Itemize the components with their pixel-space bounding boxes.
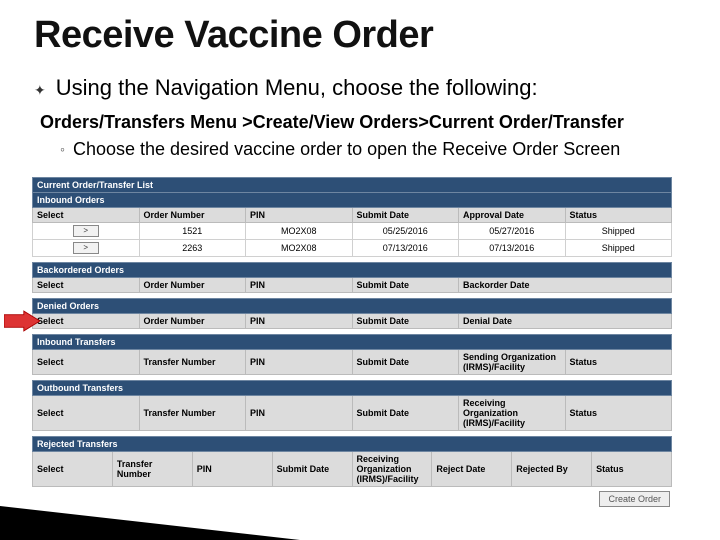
col-select: Select (33, 207, 140, 222)
col-submit-date: Submit Date (352, 277, 459, 292)
table-row: > 2263 MO2X08 07/13/2016 07/13/2016 Ship… (33, 239, 672, 256)
col-status: Status (592, 452, 672, 487)
table-row: > 1521 MO2X08 05/25/2016 05/27/2016 Ship… (33, 222, 672, 239)
col-order-number: Order Number (139, 313, 246, 328)
create-order-button[interactable]: Create Order (599, 491, 670, 507)
sub-bullet-glyph: ◦ (60, 138, 65, 161)
bullet-level-2: ◦ Choose the desired vaccine order to op… (60, 138, 676, 161)
cell-order-number: 1521 (139, 222, 246, 239)
select-button[interactable]: > (73, 242, 99, 254)
order-list-screenshot: Current Order/Transfer List Inbound Orde… (32, 177, 672, 508)
col-select: Select (33, 349, 140, 374)
decorative-wedge (0, 506, 300, 540)
col-status: Status (565, 395, 672, 430)
section-header-denied: Denied Orders (33, 298, 672, 313)
col-pin: PIN (246, 349, 353, 374)
cell-submit-date: 07/13/2016 (352, 239, 459, 256)
col-receiving-org: Receiving Organization (IRMS)/Facility (352, 452, 432, 487)
cell-pin: MO2X08 (246, 239, 353, 256)
section-header-backordered: Backordered Orders (33, 262, 672, 277)
col-select: Select (33, 452, 113, 487)
section-header-inbound-transfers: Inbound Transfers (33, 334, 672, 349)
col-submit-date: Submit Date (272, 452, 352, 487)
cell-pin: MO2X08 (246, 222, 353, 239)
inbound-orders-header-row: Select Order Number PIN Submit Date Appr… (33, 207, 672, 222)
footer-buttons: Create Order (32, 487, 672, 507)
cell-status: Shipped (565, 222, 672, 239)
cell-submit-date: 05/25/2016 (352, 222, 459, 239)
slide: Receive Vaccine Order ✦ Using the Naviga… (0, 0, 720, 540)
backordered-header-row: Select Order Number PIN Submit Date Back… (33, 277, 672, 292)
cell-approval-date: 07/13/2016 (459, 239, 566, 256)
menu-path: Orders/Transfers Menu >Create/View Order… (40, 111, 680, 134)
page-title: Receive Vaccine Order (34, 14, 686, 57)
col-reject-date: Reject Date (432, 452, 512, 487)
col-pin: PIN (246, 395, 353, 430)
section-header-rejected-transfers: Rejected Transfers (33, 437, 672, 452)
col-submit-date: Submit Date (352, 349, 459, 374)
rejected-transfers-table: Rejected Transfers Select Transfer Numbe… (32, 436, 672, 487)
rejected-transfers-header-row: Select Transfer Number PIN Submit Date R… (33, 452, 672, 487)
orders-table: Current Order/Transfer List Inbound Orde… (32, 177, 672, 437)
col-pin: PIN (192, 452, 272, 487)
col-select: Select (33, 395, 140, 430)
cell-status: Shipped (565, 239, 672, 256)
section-header-current: Current Order/Transfer List (33, 177, 672, 192)
col-approval-date: Approval Date (459, 207, 566, 222)
cell-approval-date: 05/27/2016 (459, 222, 566, 239)
col-transfer-number: Transfer Number (112, 452, 192, 487)
bullet-level-1: ✦ Using the Navigation Menu, choose the … (34, 75, 686, 105)
cell-order-number: 2263 (139, 239, 246, 256)
bullet1-text: Using the Navigation Menu, choose the fo… (56, 75, 538, 101)
col-receiving-org: Receiving Organization (IRMS)/Facility (459, 395, 566, 430)
col-transfer-number: Transfer Number (139, 349, 246, 374)
select-button[interactable]: > (73, 225, 99, 237)
col-status: Status (565, 207, 672, 222)
col-sending-org: Sending Organization (IRMS)/Facility (459, 349, 566, 374)
inbound-transfers-header-row: Select Transfer Number PIN Submit Date S… (33, 349, 672, 374)
col-pin: PIN (246, 313, 353, 328)
col-order-number: Order Number (139, 207, 246, 222)
col-status: Status (565, 349, 672, 374)
callout-arrow-icon (4, 310, 40, 332)
col-pin: PIN (246, 277, 353, 292)
col-select: Select (33, 277, 140, 292)
section-header-inbound-orders: Inbound Orders (33, 192, 672, 207)
col-submit-date: Submit Date (352, 207, 459, 222)
section-header-outbound-transfers: Outbound Transfers (33, 380, 672, 395)
bullet2-text: Choose the desired vaccine order to open… (73, 138, 620, 161)
col-order-number: Order Number (139, 277, 246, 292)
col-backorder-date: Backorder Date (459, 277, 672, 292)
col-select: Select (33, 313, 140, 328)
col-submit-date: Submit Date (352, 395, 459, 430)
bullet-glyph: ✦ (34, 75, 46, 105)
col-pin: PIN (246, 207, 353, 222)
col-submit-date: Submit Date (352, 313, 459, 328)
outbound-transfers-header-row: Select Transfer Number PIN Submit Date R… (33, 395, 672, 430)
col-transfer-number: Transfer Number (139, 395, 246, 430)
denied-header-row: Select Order Number PIN Submit Date Deni… (33, 313, 672, 328)
col-rejected-by: Rejected By (512, 452, 592, 487)
col-denial-date: Denial Date (459, 313, 672, 328)
